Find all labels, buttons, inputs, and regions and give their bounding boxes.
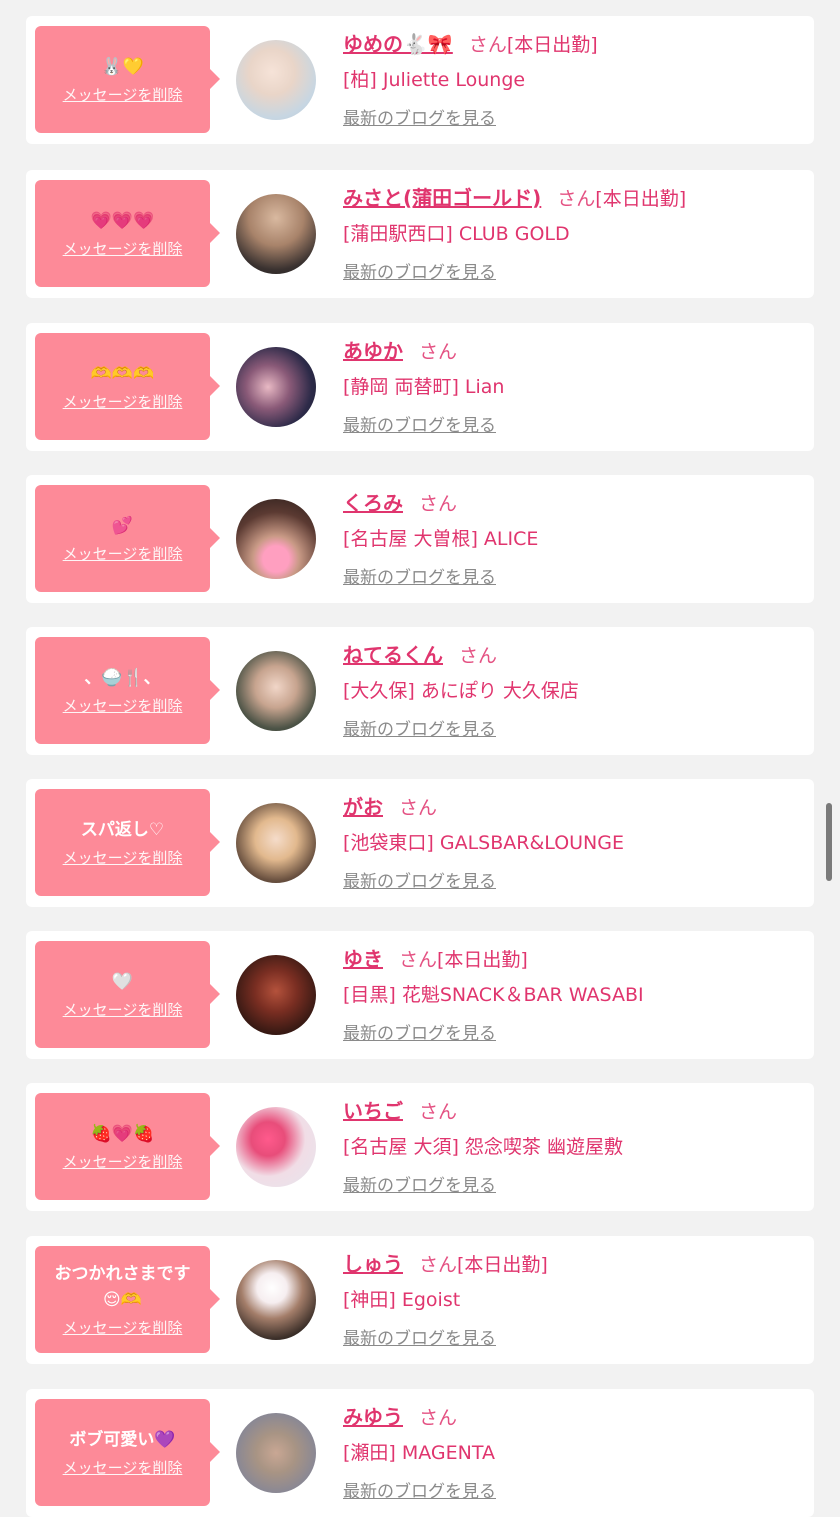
status-badge: [本日出勤] <box>437 949 528 971</box>
message-bubble: ボブ可愛い💜 メッセージを削除 <box>35 1399 220 1506</box>
message-text: 、🍚🍴、 <box>84 668 161 688</box>
delete-message-link[interactable]: メッセージを削除 <box>63 1151 183 1172</box>
girl-name-link[interactable]: みゆう <box>343 1401 403 1430</box>
favorite-card: スパ返し♡ メッセージを削除 がお さん [池袋東口] GALSBAR&LOUN… <box>26 779 814 907</box>
latest-blog-link[interactable]: 最新のブログを見る <box>343 867 496 892</box>
avatar[interactable] <box>236 1413 316 1493</box>
message-text: 💕 <box>111 516 134 536</box>
shop-info: [池袋東口] GALSBAR&LOUNGE <box>343 832 624 854</box>
favorite-card: 💕 メッセージを削除 くろみ さん [名古屋 大曽根] ALICE 最新のブログ… <box>26 475 814 603</box>
shop-info: [目黒] 花魁SNACK＆BAR WASABI <box>343 984 644 1006</box>
message-bubble: 🤍 メッセージを削除 <box>35 941 220 1048</box>
message-text: 🍓💗🍓 <box>90 1124 155 1144</box>
latest-blog-link[interactable]: 最新のブログを見る <box>343 1324 496 1349</box>
favorite-card: ボブ可愛い💜 メッセージを削除 みゆう さん [瀬田] MAGENTA 最新のブ… <box>26 1389 814 1517</box>
message-text: 🫶🫶🫶 <box>90 364 155 384</box>
girl-name-link[interactable]: ねてるくん <box>343 639 443 668</box>
delete-message-link[interactable]: メッセージを削除 <box>63 999 183 1020</box>
status-badge: [本日出勤] <box>595 188 687 210</box>
latest-blog-link[interactable]: 最新のブログを見る <box>343 1477 496 1502</box>
honorific: さん <box>419 1407 458 1429</box>
delete-message-link[interactable]: メッセージを削除 <box>63 695 183 716</box>
message-text: 🐰💛 <box>101 57 144 77</box>
shop-info: [名古屋 大須] 怨念喫茶 幽遊屋敷 <box>343 1136 623 1158</box>
message-bubble: 💗💗💗 メッセージを削除 <box>35 180 220 287</box>
honorific: さん <box>419 1101 458 1123</box>
girl-name-link[interactable]: あゆか <box>343 335 403 364</box>
scrollbar-thumb[interactable] <box>826 803 832 881</box>
latest-blog-link[interactable]: 最新のブログを見る <box>343 1171 496 1196</box>
delete-message-link[interactable]: メッセージを削除 <box>63 1317 183 1338</box>
honorific: さん <box>459 645 498 667</box>
message-text: 🤍 <box>111 972 134 992</box>
message-text: スパ返し♡ <box>80 820 165 840</box>
latest-blog-link[interactable]: 最新のブログを見る <box>343 563 496 588</box>
honorific: さん <box>468 34 507 56</box>
message-text: おつかれさまです 😌🫶 <box>54 1264 191 1310</box>
girl-name-link[interactable]: しゅう <box>343 1248 403 1277</box>
delete-message-link[interactable]: メッセージを削除 <box>63 238 183 259</box>
avatar[interactable] <box>236 1107 316 1187</box>
honorific: さん <box>399 949 438 971</box>
latest-blog-link[interactable]: 最新のブログを見る <box>343 258 496 283</box>
avatar[interactable] <box>236 651 316 731</box>
honorific: さん <box>419 1254 458 1276</box>
shop-info: [蒲田駅西口] CLUB GOLD <box>343 223 570 245</box>
shop-info: [大久保] あにぽり 大久保店 <box>343 680 579 702</box>
honorific: さん <box>399 797 438 819</box>
latest-blog-link[interactable]: 最新のブログを見る <box>343 1019 496 1044</box>
favorite-card: おつかれさまです 😌🫶 メッセージを削除 しゅう さん [本日出勤] [神田] … <box>26 1236 814 1364</box>
message-bubble: スパ返し♡ メッセージを削除 <box>35 789 220 896</box>
message-bubble: 🍓💗🍓 メッセージを削除 <box>35 1093 220 1200</box>
delete-message-link[interactable]: メッセージを削除 <box>63 1457 183 1478</box>
avatar[interactable] <box>236 1260 316 1340</box>
latest-blog-link[interactable]: 最新のブログを見る <box>343 715 496 740</box>
favorite-card: 🐰💛 メッセージを削除 ゆめの🐇🎀 さん [本日出勤] [柏] Juliette… <box>26 16 814 144</box>
honorific: さん <box>419 493 458 515</box>
shop-info: [瀬田] MAGENTA <box>343 1442 495 1464</box>
message-bubble: 💕 メッセージを削除 <box>35 485 220 592</box>
avatar[interactable] <box>236 955 316 1035</box>
honorific: さん <box>419 341 458 363</box>
delete-message-link[interactable]: メッセージを削除 <box>63 543 183 564</box>
avatar[interactable] <box>236 40 316 120</box>
message-bubble: 🫶🫶🫶 メッセージを削除 <box>35 333 220 440</box>
avatar[interactable] <box>236 803 316 883</box>
message-bubble: 🐰💛 メッセージを削除 <box>35 26 220 133</box>
message-bubble: おつかれさまです 😌🫶 メッセージを削除 <box>35 1246 220 1353</box>
avatar[interactable] <box>236 194 316 274</box>
avatar[interactable] <box>236 499 316 579</box>
message-text: ボブ可愛い💜 <box>69 1430 176 1450</box>
delete-message-link[interactable]: メッセージを削除 <box>63 391 183 412</box>
message-bubble: 、🍚🍴、 メッセージを削除 <box>35 637 220 744</box>
favorite-card: 🤍 メッセージを削除 ゆき さん [本日出勤] [目黒] 花魁SNACK＆BAR… <box>26 931 814 1059</box>
latest-blog-link[interactable]: 最新のブログを見る <box>343 411 496 436</box>
shop-info: [神田] Egoist <box>343 1289 461 1311</box>
status-badge: [本日出勤] <box>457 1254 548 1276</box>
girl-name-link[interactable]: みさと(蒲田ゴールド) <box>343 182 541 211</box>
favorite-card: 🫶🫶🫶 メッセージを削除 あゆか さん [静岡 両替町] Lian 最新のブログ… <box>26 323 814 451</box>
shop-info: [名古屋 大曽根] ALICE <box>343 528 539 550</box>
shop-info: [柏] Juliette Lounge <box>343 69 526 91</box>
honorific: さん <box>557 188 596 210</box>
latest-blog-link[interactable]: 最新のブログを見る <box>343 104 496 129</box>
girl-name-link[interactable]: ゆめの🐇🎀 <box>343 28 453 57</box>
shop-info: [静岡 両替町] Lian <box>343 376 505 398</box>
status-badge: [本日出勤] <box>506 34 598 56</box>
girl-name-link[interactable]: くろみ <box>343 487 403 516</box>
favorite-card: 、🍚🍴、 メッセージを削除 ねてるくん さん [大久保] あにぽり 大久保店 最… <box>26 627 814 755</box>
delete-message-link[interactable]: メッセージを削除 <box>63 847 183 868</box>
favorite-card: 💗💗💗 メッセージを削除 みさと(蒲田ゴールド) さん [本日出勤] [蒲田駅西… <box>26 170 814 298</box>
avatar[interactable] <box>236 347 316 427</box>
delete-message-link[interactable]: メッセージを削除 <box>63 84 183 105</box>
girl-name-link[interactable]: がお <box>343 791 383 820</box>
girl-name-link[interactable]: ゆき <box>343 943 383 972</box>
favorite-card: 🍓💗🍓 メッセージを削除 いちご さん [名古屋 大須] 怨念喫茶 幽遊屋敷 最… <box>26 1083 814 1211</box>
message-text: 💗💗💗 <box>90 211 155 231</box>
girl-name-link[interactable]: いちご <box>343 1095 403 1124</box>
